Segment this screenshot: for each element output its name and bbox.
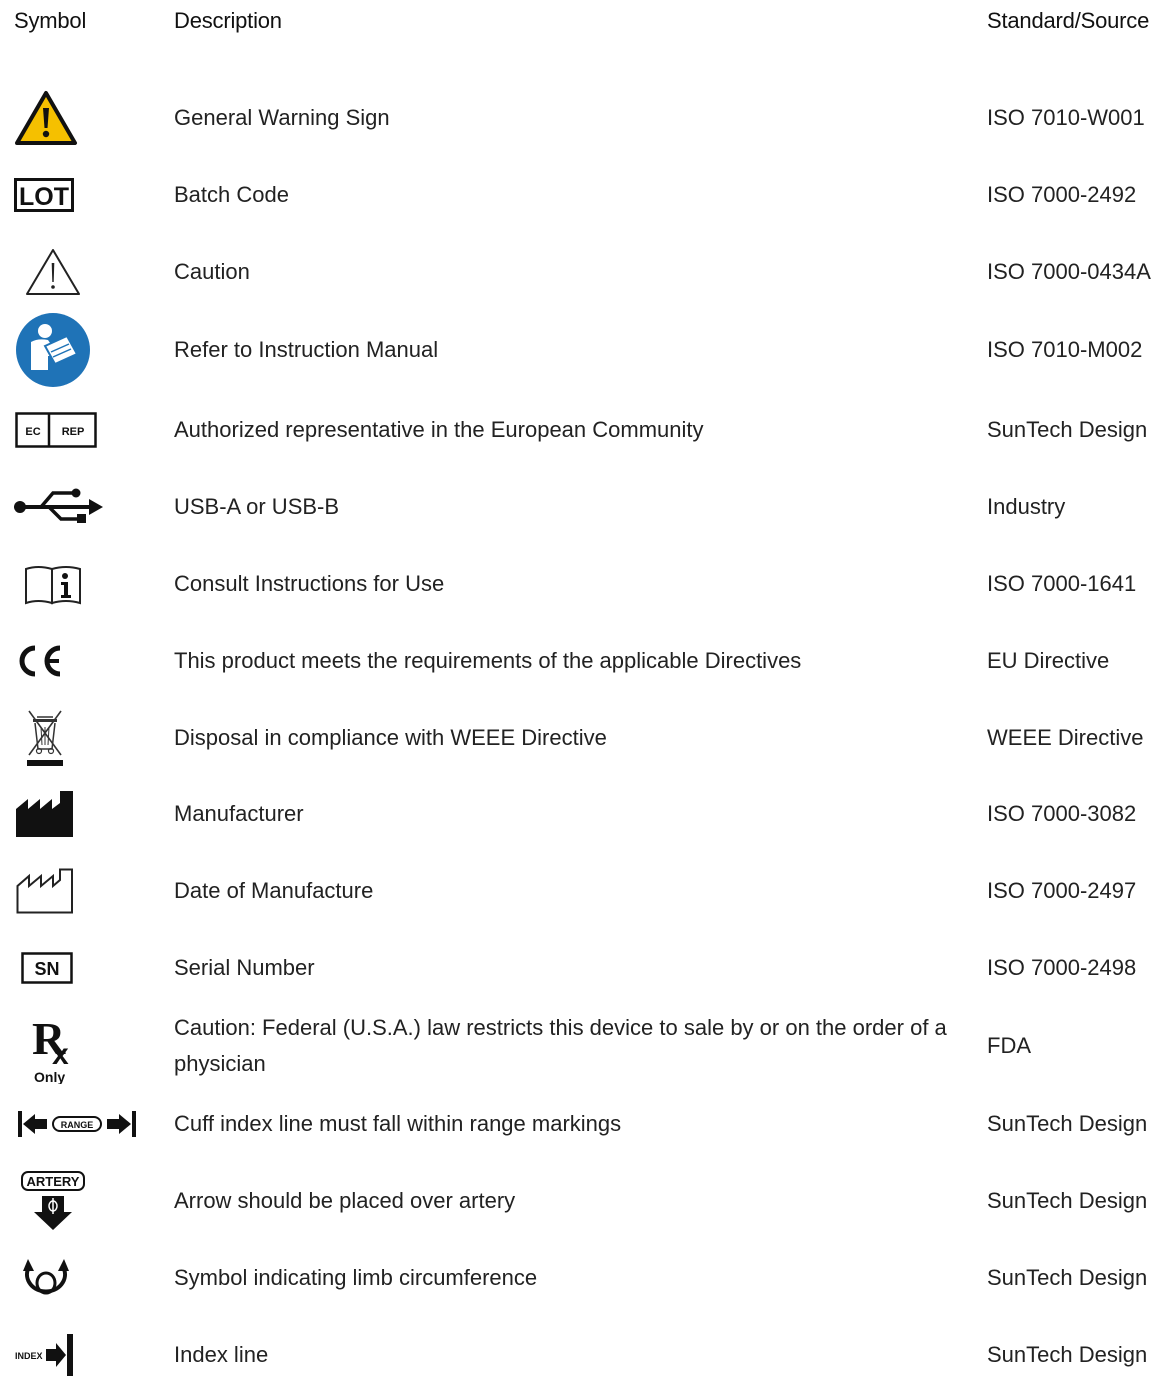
row-description: Symbol indicating limb circumference (174, 1265, 538, 1290)
row-description: Caution (174, 259, 250, 284)
weee-bin-icon (25, 709, 65, 767)
row-standard: ISO 7000-1641 (987, 571, 1137, 596)
row-standard: SunTech Design (987, 1111, 1148, 1136)
rx-only-text: Only (34, 1069, 65, 1084)
general-warning-icon (14, 90, 78, 146)
header-standard: Standard/Source (987, 8, 1150, 33)
row-description: Disposal in compliance with WEEE Directi… (174, 725, 607, 750)
index-line-icon: INDEX (14, 1333, 76, 1377)
row-description: Refer to Instruction Manual (174, 337, 439, 362)
artery-icon: ARTERY (20, 1170, 86, 1232)
row-standard: ISO 7000-2498 (987, 955, 1137, 980)
row-description: Index line (174, 1342, 269, 1367)
row-standard: ISO 7000-3082 (987, 801, 1137, 826)
header-description: Description (174, 8, 282, 33)
row-standard: WEEE Directive (987, 725, 1144, 750)
ce-mark-icon (16, 644, 64, 678)
row-description: Date of Manufacture (174, 878, 374, 903)
row-standard: FDA (987, 1033, 1031, 1058)
row-standard: ISO 7010-M002 (987, 337, 1143, 362)
serial-number-icon: SN (21, 952, 73, 984)
row-standard: ISO 7000-2492 (987, 182, 1137, 207)
row-standard: SunTech Design (987, 417, 1148, 442)
ec-text: EC (25, 426, 40, 438)
lot-icon: LOT (14, 178, 74, 212)
row-standard: ISO 7000-0434A (987, 259, 1151, 284)
row-description: Arrow should be placed over artery (174, 1188, 516, 1213)
row-standard: SunTech Design (987, 1265, 1148, 1290)
consult-instructions-icon (24, 563, 82, 605)
manufacturer-icon (16, 791, 74, 837)
row-description: Consult Instructions for Use (174, 571, 445, 596)
row-standard: Industry (987, 494, 1066, 519)
row-description: Authorized representative in the Europea… (174, 417, 704, 442)
rx-only-icon: R x Only (30, 1008, 82, 1084)
lot-icon-text: LOT (19, 183, 69, 211)
row-standard: SunTech Design (987, 1342, 1148, 1367)
row-description: Caution: Federal (U.S.A.) law restricts … (174, 1015, 947, 1076)
row-description: This product meets the requirements of t… (174, 648, 802, 673)
row-standard: EU Directive (987, 648, 1110, 673)
limb-circumference-icon (18, 1255, 74, 1301)
caution-icon (24, 247, 82, 297)
row-description: General Warning Sign (174, 105, 390, 130)
index-icon-text: INDEX (15, 1351, 43, 1361)
ec-rep-icon: EC REP (15, 412, 97, 448)
row-description: Serial Number (174, 955, 315, 980)
range-icon-text: RANGE (61, 1120, 94, 1130)
row-standard: ISO 7000-2497 (987, 878, 1137, 903)
rx-x-text: x (52, 1038, 69, 1071)
artery-icon-text: ARTERY (27, 1174, 80, 1189)
row-description: Cuff index line must fall within range m… (174, 1111, 622, 1136)
date-of-manufacture-icon (16, 868, 74, 914)
sn-icon-text: SN (34, 959, 59, 979)
row-description: Manufacturer (174, 801, 304, 826)
rep-text: REP (62, 426, 85, 438)
header-symbol: Symbol (14, 8, 87, 33)
instruction-manual-icon (15, 312, 91, 388)
row-description: USB-A or USB-B (174, 494, 340, 519)
row-standard: ISO 7010-W001 (987, 105, 1145, 130)
row-description: Batch Code (174, 182, 289, 207)
usb-icon (13, 487, 105, 527)
range-icon: RANGE (18, 1109, 136, 1139)
row-standard: SunTech Design (987, 1188, 1148, 1213)
